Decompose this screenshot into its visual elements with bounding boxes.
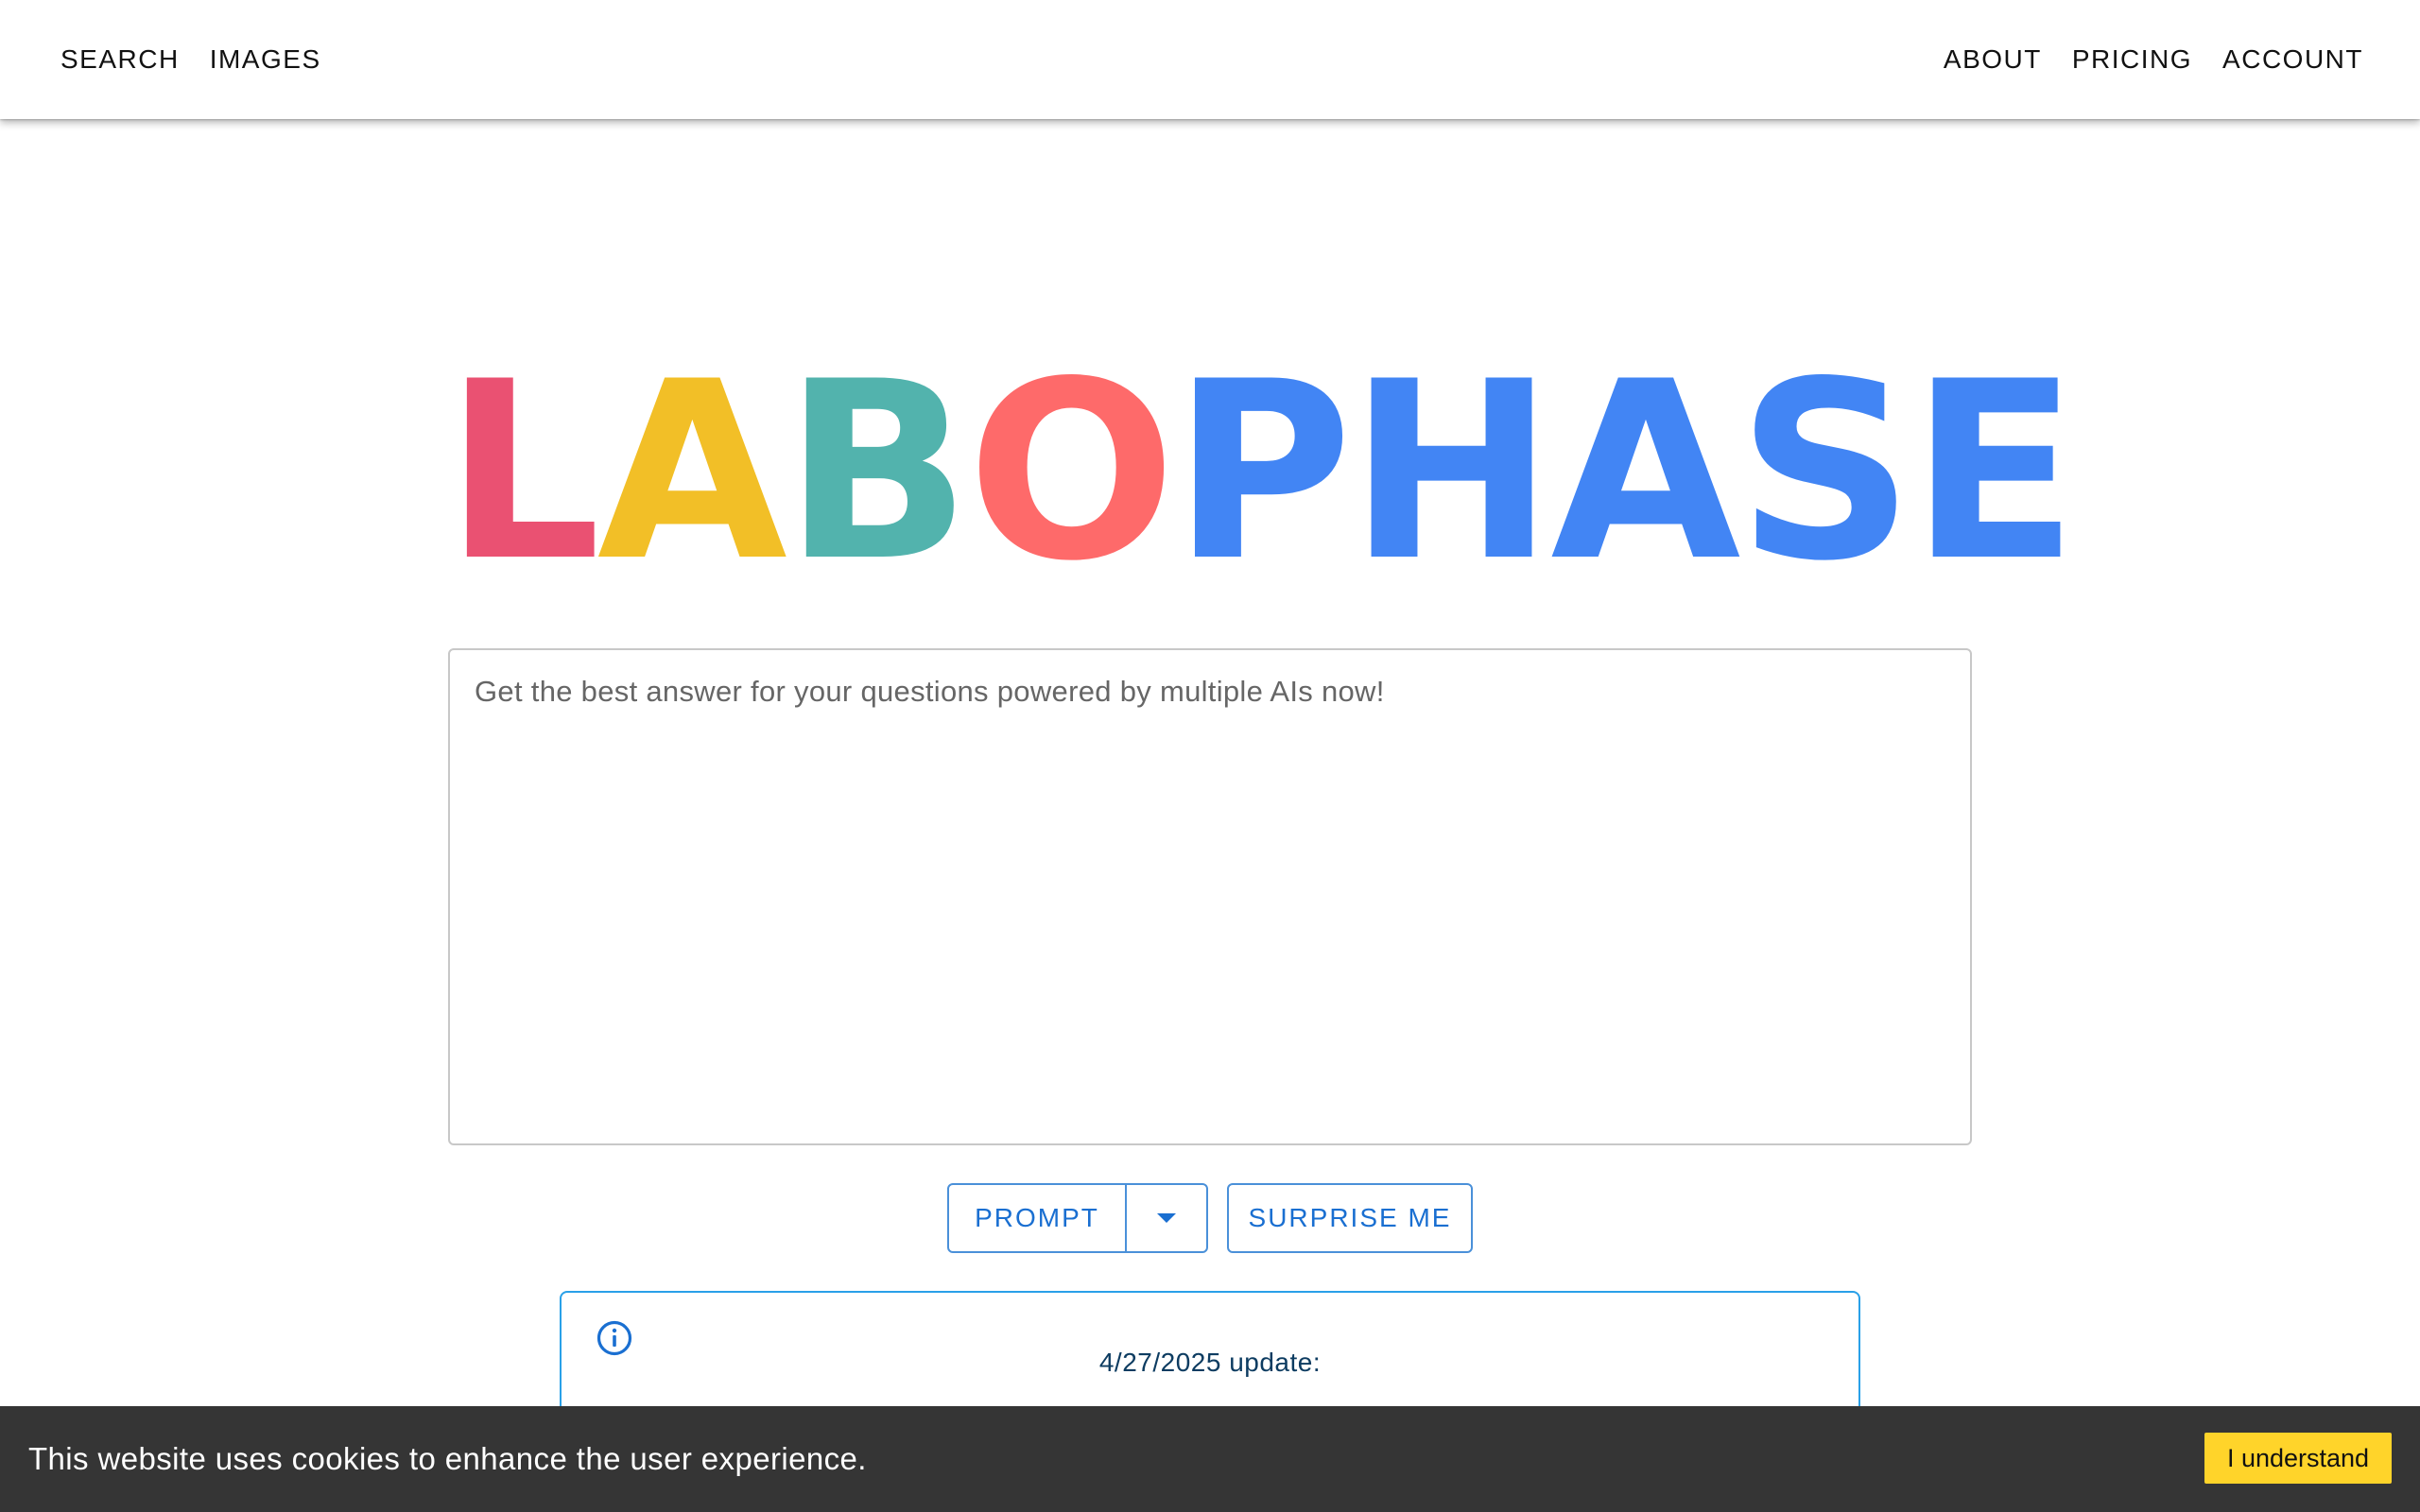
logo-letter: A [596,330,787,615]
nav-left: SEARCH IMAGES [45,0,337,119]
logo-letter: H [1348,330,1555,615]
brand-logo: LABOPHASE [444,330,2078,615]
logo-letter: B [783,330,971,615]
logo-letter: S [1737,330,1914,615]
logo-letter: O [967,330,1176,615]
surprise-me-button[interactable]: SURPRISE ME [1227,1183,1473,1253]
nav-link-search[interactable]: SEARCH [45,44,195,75]
logo-letter: E [1910,330,2079,615]
prompt-dropdown-toggle[interactable] [1127,1185,1206,1251]
nav-right: ABOUT PRICING ACCOUNT [1928,0,2378,119]
caret-down-icon [1157,1213,1176,1223]
prompt-split-button: PROMPT [947,1183,1208,1253]
nav-link-images[interactable]: IMAGES [195,44,337,75]
logo-letter: P [1172,330,1353,615]
prompt-input[interactable] [448,648,1972,1145]
logo-letter: L [444,330,601,615]
cookie-accept-button[interactable]: I understand [2204,1433,2392,1484]
prompt-button[interactable]: PROMPT [949,1185,1127,1251]
nav-link-about[interactable]: ABOUT [1928,44,2057,75]
update-title: 4/27/2025 update: [1098,1348,1322,1377]
top-nav-bar: SEARCH IMAGES ABOUT PRICING ACCOUNT [0,0,2420,119]
nav-link-pricing[interactable]: PRICING [2057,44,2207,75]
nav-link-account[interactable]: ACCOUNT [2207,44,2378,75]
cookie-consent-bar: This website uses cookies to enhance the… [0,1406,2420,1512]
logo-letter: A [1550,330,1740,615]
cookie-message: This website uses cookies to enhance the… [28,1441,867,1476]
